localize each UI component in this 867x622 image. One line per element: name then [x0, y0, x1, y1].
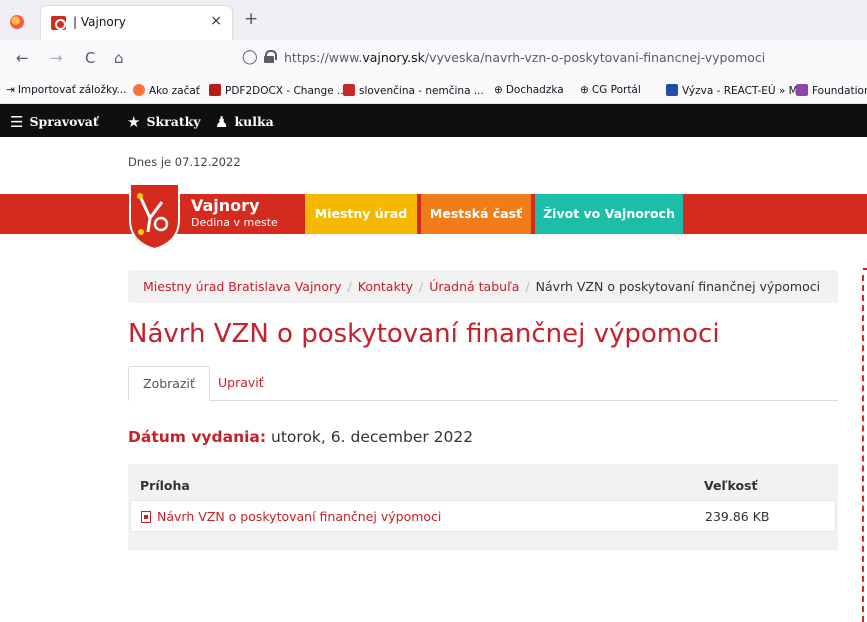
- lock-icon[interactable]: [264, 50, 277, 63]
- bookmark-pdf2docx[interactable]: PDF2DOCX - Change ...: [209, 84, 347, 97]
- address-bar[interactable]: ◯ https://www.vajnory.sk/vyveska/navrh-v…: [232, 46, 867, 72]
- url-text[interactable]: https://www.vajnory.sk/vyveska/navrh-vzn…: [284, 50, 765, 65]
- back-button[interactable]: ←: [16, 49, 29, 67]
- table-row: Návrh VZN o poskytovaní finančnej výpomo…: [130, 500, 836, 532]
- user-icon: ♟: [215, 113, 229, 131]
- column-header-size: Veľkosť: [704, 478, 758, 493]
- browser-tabbar: | Vajnory × +: [0, 0, 867, 40]
- tab-view[interactable]: Zobraziť: [128, 366, 210, 401]
- date-label: Dátum vydania:: [128, 428, 267, 446]
- bookmark-import[interactable]: ⇥ Importovať záložky...: [6, 84, 126, 96]
- date-value: utorok, 6. december 2022: [271, 428, 474, 446]
- attachment-link[interactable]: Návrh VZN o poskytovaní finančnej výpomo…: [157, 509, 441, 524]
- admin-user[interactable]: ♟ kulka: [215, 113, 274, 131]
- firefox-icon[interactable]: [10, 15, 24, 29]
- menu-mestska-cast[interactable]: Mestská časť: [421, 194, 531, 234]
- local-tabs: Zobraziť Upraviť: [128, 366, 838, 401]
- breadcrumb-separator: /: [347, 279, 352, 294]
- browser-tab[interactable]: | Vajnory ×: [41, 6, 232, 40]
- today-date: Dnes je 07.12.2022: [128, 155, 241, 169]
- breadcrumb-link[interactable]: Úradná tabuľa: [429, 279, 519, 294]
- page-title: Návrh VZN o poskytovaní finančnej výpomo…: [128, 319, 720, 349]
- new-tab-button[interactable]: +: [244, 9, 258, 29]
- globe-icon: ⊕: [494, 84, 503, 96]
- breadcrumb-separator: /: [419, 279, 424, 294]
- bookmarks-bar: ⇥ Importovať záložky... Ako začať PDF2DOC…: [0, 78, 867, 104]
- bookmark-ako-zacat[interactable]: Ako začať: [133, 84, 200, 97]
- site-name[interactable]: Vajnory: [191, 196, 260, 215]
- breadcrumb-link[interactable]: Kontakty: [358, 279, 413, 294]
- menu-icon: ☰: [10, 113, 24, 131]
- breadcrumb-separator: /: [525, 279, 530, 294]
- breadcrumb: Miestny úrad Bratislava Vajnory / Kontakty…: [128, 270, 838, 303]
- attachments-table: Príloha Veľkosť Návrh VZN o poskytovaní …: [128, 464, 838, 550]
- dictionary-icon: [343, 84, 355, 96]
- reload-button[interactable]: C: [85, 49, 95, 67]
- breadcrumb-current: Návrh VZN o poskytovaní finančnej výpomo…: [535, 279, 821, 294]
- attachment-size: 239.86 KB: [705, 509, 770, 524]
- bookmark-dochadzka[interactable]: ⊕ Dochadzka: [494, 84, 564, 96]
- menu-zivot-vo-vajnoroch[interactable]: Život vo Vajnoroch: [535, 194, 683, 234]
- site-favicon-icon: [51, 16, 66, 30]
- bookmark-slovencina[interactable]: slovenčina - nemčina ...: [343, 84, 484, 97]
- shield-icon: [666, 84, 678, 96]
- browser-navbar: ← → C ⌂ ◯ https://www.vajnory.sk/vyveska…: [0, 40, 867, 78]
- star-icon: ★: [127, 113, 141, 131]
- vajnory-crest-icon[interactable]: [128, 182, 181, 250]
- column-header-attachment: Príloha: [140, 478, 190, 493]
- admin-toolbar: ☰ Spravovať ★ Skratky ♟ kulka: [0, 104, 867, 137]
- tab-title: | Vajnory: [73, 15, 126, 29]
- pdf-file-icon: [141, 511, 151, 523]
- globe-icon: ⊕: [580, 84, 589, 96]
- home-button[interactable]: ⌂: [114, 49, 124, 67]
- site-slogan: Dedina v meste: [191, 216, 278, 229]
- bookmark-vyzva[interactable]: Výzva - REACT-EÚ » M...: [666, 84, 808, 97]
- pdf-icon: [209, 84, 221, 96]
- menu-miestny-urad[interactable]: Miestny úrad: [305, 194, 417, 234]
- close-tab-icon[interactable]: ×: [210, 13, 222, 29]
- bookmark-cg-portal[interactable]: ⊕ CG Portál: [580, 84, 641, 96]
- tracking-shield-icon[interactable]: ◯: [242, 49, 258, 65]
- admin-shortcuts[interactable]: ★ Skratky: [127, 113, 201, 131]
- admin-manage[interactable]: ☰ Spravovať: [10, 113, 99, 131]
- bookmark-foundation[interactable]: Foundation.S01E02.10: [796, 84, 867, 97]
- tab-edit[interactable]: Upraviť: [204, 366, 278, 401]
- breadcrumb-link[interactable]: Miestny úrad Bratislava Vajnory: [143, 279, 342, 294]
- firefox-icon: [133, 84, 145, 96]
- publication-date: Dátum vydania: utorok, 6. december 2022: [128, 428, 473, 446]
- sidebar-edge: [862, 275, 867, 622]
- sidebar-edge-mark: [863, 268, 867, 270]
- chevron-icon: [796, 84, 808, 96]
- forward-button[interactable]: →: [50, 49, 63, 67]
